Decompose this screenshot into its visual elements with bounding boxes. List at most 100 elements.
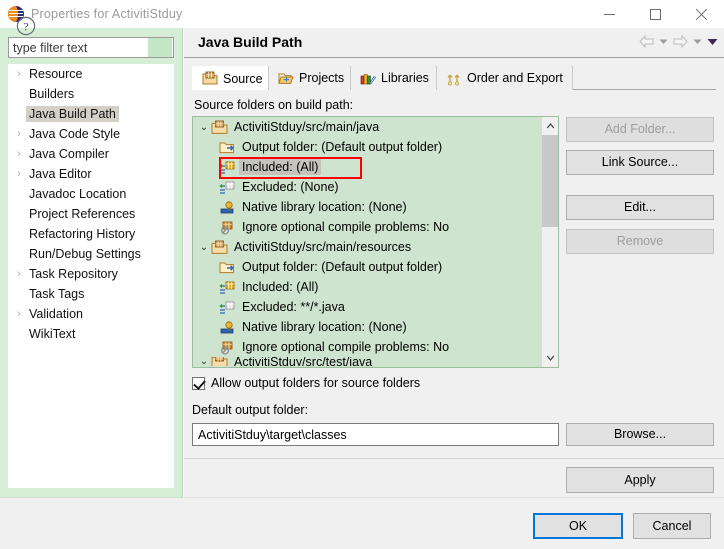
help-question-icon[interactable]: ?	[16, 16, 36, 36]
allow-output-folders-row[interactable]: Allow output folders for source folders	[192, 376, 420, 390]
back-history-chevron-down-icon[interactable]	[659, 37, 668, 46]
sidebar-item-label: WikiText	[29, 327, 76, 341]
edit-button[interactable]: Edit...	[566, 195, 714, 220]
source-tree-row[interactable]: Excluded: **/*.java	[193, 297, 541, 317]
apply-button[interactable]: Apply	[566, 467, 714, 493]
source-tree-row[interactable]: ⌄ ActivitiStduy/src/test/java	[193, 357, 541, 366]
sidebar-item-label: Run/Debug Settings	[29, 247, 141, 261]
source-tree-row[interactable]: Ignore optional compile problems: No	[193, 217, 541, 237]
sidebar-item-java-compiler[interactable]: › Java Compiler	[8, 144, 174, 164]
page-header: Java Build Path	[184, 28, 724, 58]
sidebar-item-javadoc-location[interactable]: Javadoc Location	[8, 184, 174, 204]
sidebar-item-label: Task Repository	[29, 267, 118, 281]
sidebar-item-refactoring-history[interactable]: Refactoring History	[8, 224, 174, 244]
default-output-folder-label: Default output folder:	[192, 403, 309, 417]
source-tree-row-label: Excluded: (None)	[242, 180, 339, 194]
source-tree-row[interactable]: Output folder: (Default output folder)	[193, 137, 541, 157]
build-path-tabs: Source Projects Libraries Order and Expo…	[192, 66, 716, 90]
sidebar-item-label: Java Editor	[29, 167, 92, 181]
page-navigation	[639, 35, 718, 48]
chevron-down-icon[interactable]: ⌄	[197, 242, 211, 253]
tab-projects[interactable]: Projects	[268, 66, 355, 90]
sidebar-item-label: Builders	[29, 87, 75, 101]
sidebar-item-run-debug-settings[interactable]: Run/Debug Settings	[8, 244, 174, 264]
package-folder-icon	[211, 240, 228, 255]
tab-source[interactable]: Source	[192, 66, 273, 90]
source-folders-label: Source folders on build path:	[194, 98, 354, 112]
window-maximize-button[interactable]	[632, 0, 678, 28]
exclude-icon	[219, 180, 236, 195]
settings-page: Java Build Path Source Projects Librarie…	[184, 28, 724, 497]
source-tree-row[interactable]: Output folder: (Default output folder)	[193, 257, 541, 277]
source-tree-row[interactable]: Included: (All)	[193, 277, 541, 297]
sidebar-item-label: Resource	[29, 67, 83, 81]
source-tree-row-label: Excluded: **/*.java	[242, 300, 345, 314]
source-tree-row[interactable]: Excluded: (None)	[193, 177, 541, 197]
link-source-button[interactable]: Link Source...	[566, 150, 714, 175]
sidebar-item-task-tags[interactable]: Task Tags	[8, 284, 174, 304]
sidebar-item-label: Refactoring History	[29, 227, 136, 241]
chevron-down-icon[interactable]: ⌄	[197, 357, 211, 366]
source-tree-row[interactable]: Ignore optional compile problems: No	[193, 337, 541, 357]
source-tree-row-label: Native library location: (None)	[242, 320, 407, 334]
page-menu-chevron-down-icon[interactable]	[707, 37, 718, 46]
sidebar-item-builders[interactable]: Builders	[8, 84, 174, 104]
chevron-right-icon[interactable]: ›	[12, 308, 26, 320]
sidebar-item-wikitext[interactable]: WikiText	[8, 324, 174, 344]
back-arrow-icon[interactable]	[639, 35, 654, 48]
forward-history-chevron-down-icon[interactable]	[693, 37, 702, 46]
ok-button[interactable]: OK	[533, 513, 623, 539]
remove-button[interactable]: Remove	[566, 229, 714, 254]
browse-button[interactable]: Browse...	[566, 423, 714, 446]
sidebar-item-label: Javadoc Location	[29, 187, 127, 201]
chevron-right-icon[interactable]: ›	[12, 148, 26, 160]
settings-category-tree[interactable]: › Resource Builders Java Build Path › Java Co…	[8, 64, 174, 488]
tab-libraries[interactable]: Libraries	[350, 66, 439, 90]
source-tree-row[interactable]: ⌄ ActivitiStduy/src/main/java	[193, 117, 541, 137]
chevron-right-icon[interactable]: ›	[12, 128, 26, 140]
scrollbar-thumb[interactable]	[542, 135, 558, 227]
sidebar-item-java-editor[interactable]: › Java Editor	[8, 164, 174, 184]
source-folders-tree[interactable]: ⌄ ActivitiStduy/src/main/java Output folde…	[192, 116, 559, 368]
apply-divider	[184, 458, 724, 459]
sidebar-item-task-repository[interactable]: › Task Repository	[8, 264, 174, 284]
sidebar-item-java-build-path[interactable]: Java Build Path	[8, 104, 174, 124]
filter-field-wrapper[interactable]	[8, 37, 174, 58]
window-minimize-button[interactable]	[586, 0, 632, 28]
source-tree-vertical-scrollbar[interactable]	[541, 117, 558, 367]
forward-arrow-icon[interactable]	[673, 35, 688, 48]
window-close-button[interactable]	[678, 0, 724, 28]
scroll-up-button[interactable]	[542, 117, 558, 134]
sidebar-item-project-references[interactable]: Project References	[8, 204, 174, 224]
source-tree-row[interactable]: Native library location: (None)	[193, 317, 541, 337]
include-icon	[219, 280, 236, 295]
source-tree-row[interactable]: ⌄ ActivitiStduy/src/main/resources	[193, 237, 541, 257]
chevron-right-icon[interactable]: ›	[12, 68, 26, 80]
chevron-down-icon[interactable]: ⌄	[197, 122, 211, 133]
source-tree-row[interactable]: Included: (All)	[193, 157, 541, 177]
sidebar-item-resource[interactable]: › Resource	[8, 64, 174, 84]
source-tree-row[interactable]: Native library location: (None)	[193, 197, 541, 217]
source-folders-tree-rows: ⌄ ActivitiStduy/src/main/java Output folde…	[193, 117, 541, 367]
filter-text-input[interactable]	[9, 38, 148, 57]
scroll-down-button[interactable]	[542, 350, 558, 367]
output-folder-icon	[219, 140, 236, 155]
cancel-button[interactable]: Cancel	[633, 513, 711, 539]
source-tree-row-label: Included: (All)	[239, 159, 322, 175]
default-output-folder-input[interactable]	[192, 423, 559, 446]
include-icon	[219, 160, 236, 175]
tab-source-label: Source	[223, 71, 263, 86]
sidebar-item-java-code-style[interactable]: › Java Code Style	[8, 124, 174, 144]
chevron-right-icon[interactable]: ›	[12, 268, 26, 280]
chevron-right-icon[interactable]: ›	[12, 168, 26, 180]
tab-order-and-export[interactable]: Order and Export	[436, 66, 573, 90]
allow-output-folders-checkbox[interactable]	[192, 376, 205, 390]
window-title: Properties for ActivitiStduy	[31, 7, 183, 21]
source-tree-row-label: Native library location: (None)	[242, 200, 407, 214]
add-folder-button[interactable]: Add Folder...	[566, 117, 714, 142]
sidebar-item-label: Java Compiler	[29, 147, 109, 161]
exclude-icon	[219, 300, 236, 315]
package-folder-icon	[211, 357, 228, 366]
sidebar-item-validation[interactable]: › Validation	[8, 304, 174, 324]
source-tree-row-label: ActivitiStduy/src/main/resources	[234, 240, 412, 254]
